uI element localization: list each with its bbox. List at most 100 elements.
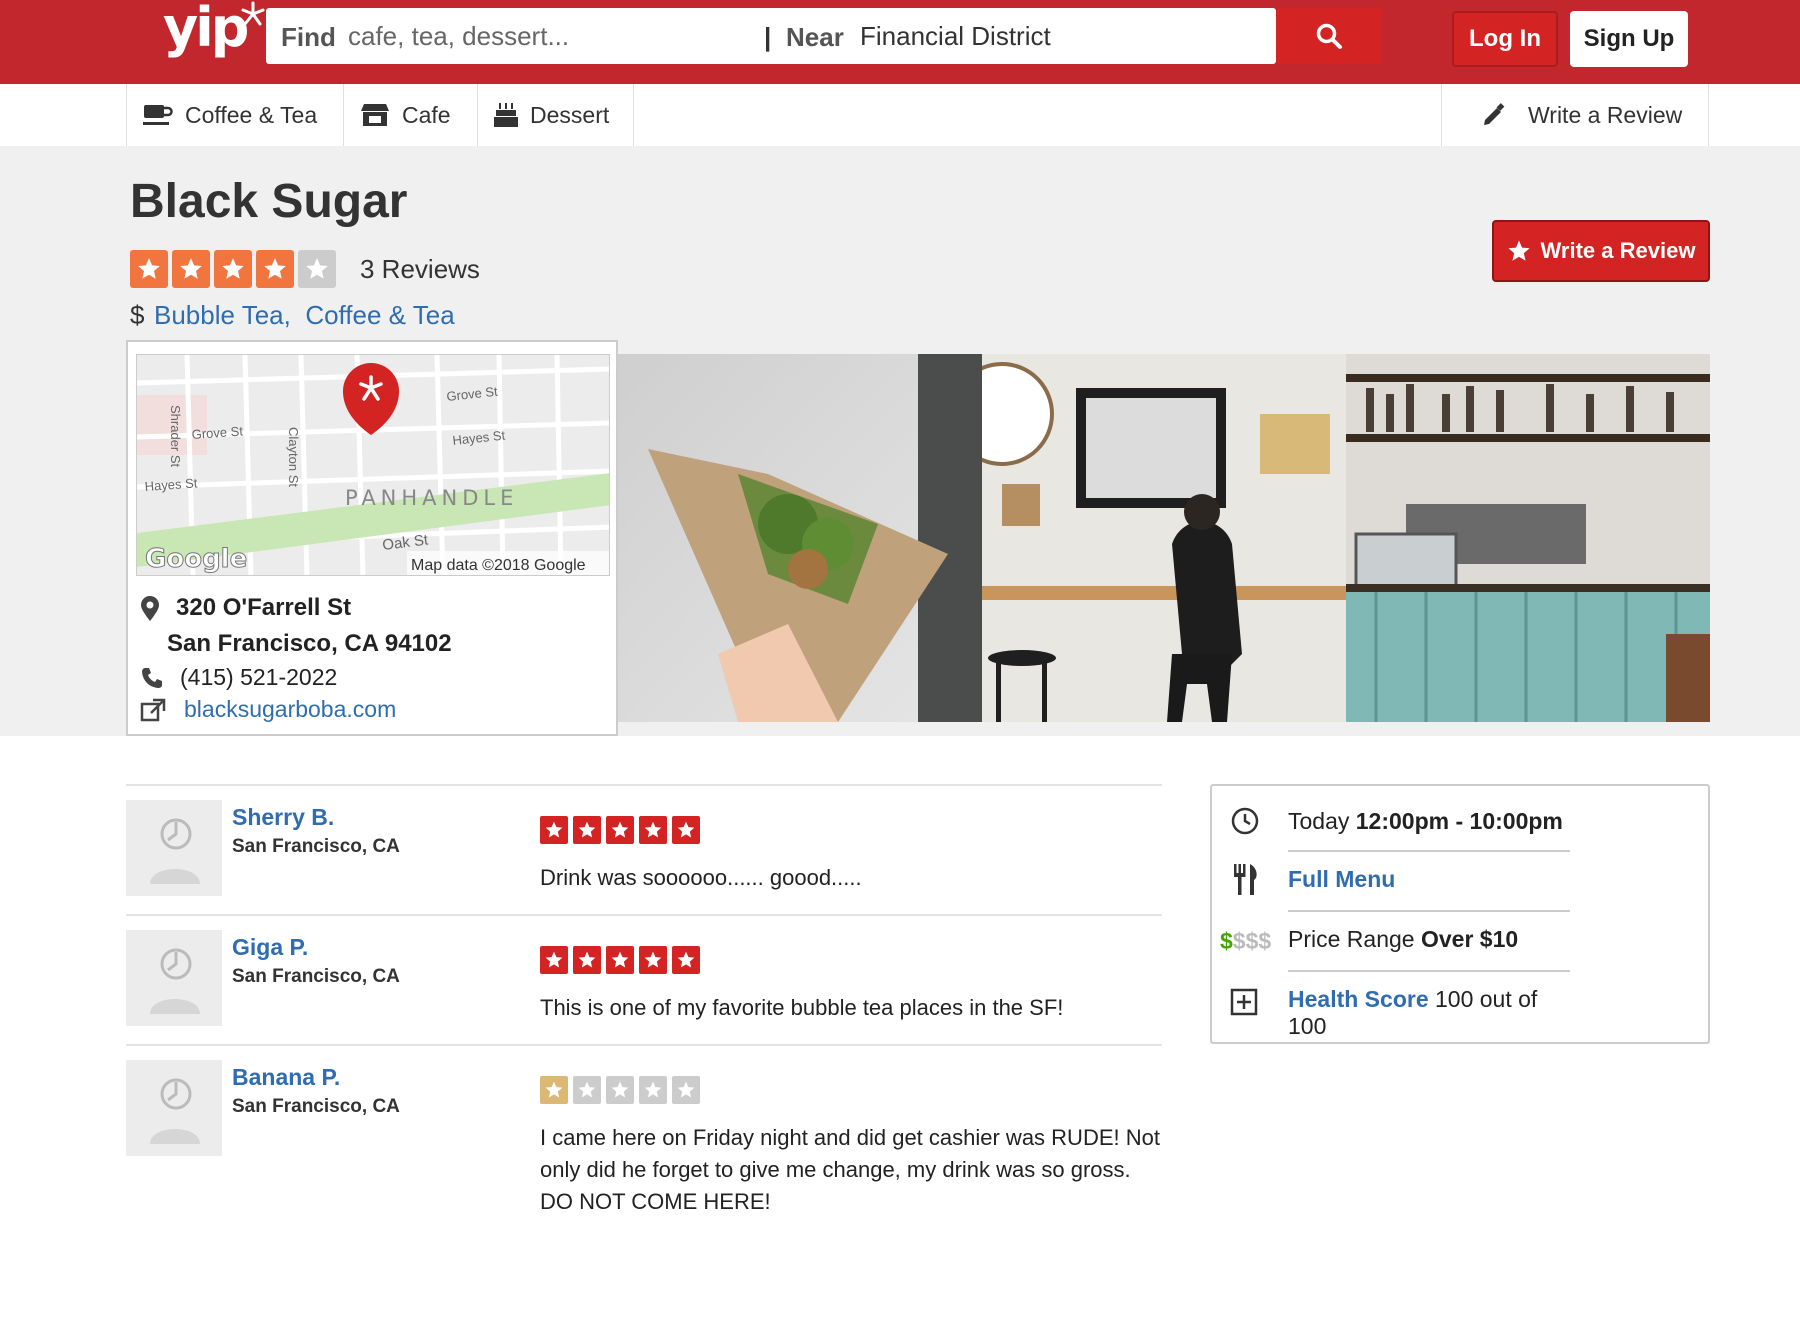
price-symbol-inactive: $	[1245, 928, 1259, 954]
avatar[interactable]	[126, 1060, 222, 1156]
logo-text: yip	[163, 0, 249, 59]
category-link-coffee-tea[interactable]: Coffee & Tea	[305, 300, 454, 330]
star-filled-icon	[256, 250, 294, 288]
review-rating	[540, 816, 700, 844]
reviewer-location: San Francisco, CA	[232, 836, 400, 857]
avatar[interactable]	[126, 800, 222, 896]
star-filled-icon	[606, 816, 634, 844]
review-item: Giga P. San Francisco, CA This is one of…	[126, 914, 1162, 1044]
star-filled-icon	[540, 816, 568, 844]
star-filled-icon	[639, 816, 667, 844]
photo-wrap[interactable]	[618, 354, 982, 722]
photo-cafe-counter[interactable]	[1346, 354, 1710, 722]
signup-button[interactable]: Sign Up	[1570, 11, 1688, 67]
phone-number[interactable]: (415) 521-2022	[180, 664, 337, 691]
review-rating	[540, 946, 700, 974]
location-card: Grove St Hayes St Shrader St Grove St Cl…	[126, 340, 618, 736]
health-score-link[interactable]: Health Score	[1288, 986, 1429, 1012]
star-empty-icon	[606, 1076, 634, 1104]
address-line-2: San Francisco, CA 94102	[167, 630, 452, 657]
search-button[interactable]	[1276, 8, 1382, 64]
google-logo: Google	[145, 544, 247, 574]
address-line-1: 320 O'Farrell St	[176, 594, 352, 621]
write-review-button[interactable]: Write a Review	[1492, 220, 1710, 282]
star-filled-icon	[639, 946, 667, 974]
find-input[interactable]	[348, 16, 748, 56]
default-avatar-icon	[150, 948, 200, 1014]
reviewer-name[interactable]: Sherry B.	[232, 804, 334, 831]
hours-value: 12:00pm - 10:00pm	[1355, 808, 1563, 834]
logo-burst-icon	[241, 1, 265, 26]
photo-cafe-customer[interactable]	[982, 354, 1346, 722]
star-filled-icon	[573, 816, 601, 844]
star-empty-icon	[639, 1076, 667, 1104]
business-rating	[130, 250, 336, 288]
price-level: $	[130, 300, 145, 330]
category-link-bubble-tea[interactable]: Bubble Tea,	[154, 300, 291, 330]
nav-dessert[interactable]: Dessert	[477, 84, 634, 146]
coffee-cup-icon	[143, 103, 173, 127]
avatar[interactable]	[126, 930, 222, 1026]
star-empty-icon	[573, 1076, 601, 1104]
nav-dessert-label: Dessert	[530, 101, 610, 128]
star-filled-icon	[130, 250, 168, 288]
write-review-button-label: Write a Review	[1540, 238, 1696, 263]
website-link[interactable]: blacksugarboba.com	[184, 696, 396, 723]
street-map: Grove St Hayes St Shrader St Grove St Cl…	[137, 355, 609, 575]
price-row: Price Range Over $10	[1288, 926, 1568, 953]
price-range-value: Over $10	[1420, 926, 1519, 952]
divider	[1288, 850, 1570, 852]
reviewer-name[interactable]: Giga P.	[232, 934, 308, 961]
search-icon	[1316, 23, 1342, 49]
category-links: Bubble Tea, Coffee & Tea	[154, 300, 455, 331]
search-divider: |	[764, 22, 772, 52]
price-range-icon: $$$$	[1220, 928, 1271, 955]
star-filled-icon	[672, 946, 700, 974]
phone-icon	[142, 668, 162, 688]
review-text: I came here on Friday night and did get …	[540, 1125, 1160, 1214]
yip-logo[interactable]: yip	[163, 0, 265, 70]
star-filled-icon	[214, 250, 252, 288]
divider	[1288, 910, 1570, 912]
price-symbol-inactive: $	[1258, 928, 1272, 954]
nav-write-review[interactable]: Write a Review	[1441, 84, 1709, 146]
nav-cafe[interactable]: Cafe	[343, 84, 477, 146]
nav-coffee-tea[interactable]: Coffee & Tea	[126, 84, 343, 146]
login-button[interactable]: Log In	[1452, 11, 1558, 67]
near-label: Near	[786, 22, 844, 52]
map[interactable]: Grove St Hayes St Shrader St Grove St Cl…	[136, 354, 610, 576]
business-name: Black Sugar	[130, 175, 408, 228]
map-label-shrader: Shrader St	[168, 405, 183, 468]
default-avatar-icon	[150, 818, 200, 884]
nav-cafe-label: Cafe	[402, 101, 451, 128]
star-filled-icon	[540, 1076, 568, 1104]
pencil-icon	[1482, 103, 1506, 127]
storefront-icon	[360, 103, 390, 127]
divider	[1288, 970, 1570, 972]
nav-write-review-label: Write a Review	[1528, 101, 1683, 128]
external-link-icon	[140, 698, 166, 722]
top-header: yip Find | Near Log In Sign Up	[0, 0, 1800, 84]
full-menu-link[interactable]: Full Menu	[1288, 866, 1395, 892]
business-info-box: Today 12:00pm - 10:00pm Full Menu $$$$ P…	[1210, 784, 1710, 1044]
find-label: Find	[281, 22, 336, 52]
birthday-cake-icon	[494, 102, 518, 128]
location-pin-icon	[141, 596, 159, 621]
review-text: Drink was soooooo...... goood.....	[540, 865, 862, 890]
review-text: This is one of my favorite bubble tea pl…	[540, 995, 1064, 1020]
nav-coffee-tea-label: Coffee & Tea	[185, 101, 318, 128]
reviewer-name[interactable]: Banana P.	[232, 1064, 340, 1091]
price-symbol-inactive: $	[1232, 928, 1246, 954]
reviews-list: Sherry B. San Francisco, CA Drink was so…	[126, 784, 1162, 1244]
review-count[interactable]: 3 Reviews	[360, 254, 480, 285]
review-item: Banana P. San Francisco, CA I came here …	[126, 1044, 1162, 1244]
near-input[interactable]	[860, 16, 1230, 56]
star-filled-icon	[573, 946, 601, 974]
category-nav: Coffee & Tea Cafe Dessert Write a Review	[0, 84, 1800, 146]
health-row: Health Score 100 out of 100	[1288, 986, 1568, 1040]
map-label-clayton: Clayton St	[286, 427, 301, 487]
star-filled-icon	[606, 946, 634, 974]
reviewer-location: San Francisco, CA	[232, 966, 400, 987]
star-empty-icon	[298, 250, 336, 288]
star-filled-icon	[172, 250, 210, 288]
